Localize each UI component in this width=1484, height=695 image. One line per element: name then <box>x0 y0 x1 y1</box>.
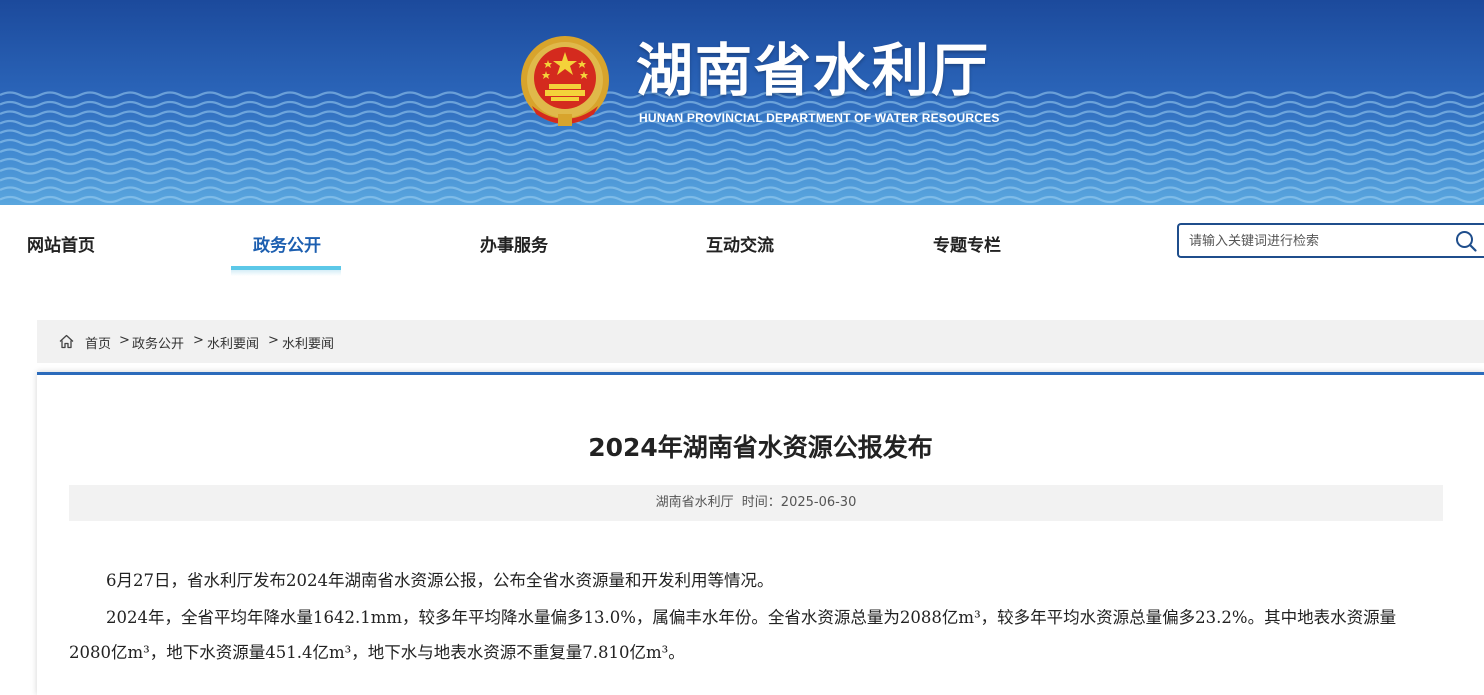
breadcrumb-water-news[interactable]: 水利要闻 <box>207 333 259 352</box>
site-title: 湖南省水利厅 <box>636 38 990 104</box>
wave-line <box>0 195 1484 204</box>
breadcrumb: 首页 > 政务公开 > 水利要闻 > 水利要闻 <box>37 320 1484 363</box>
article-paragraph: 6月27日，省水利厅发布2024年湖南省水资源公报，公布全省水资源量和开发利用等… <box>106 571 774 590</box>
wave-line <box>0 186 1484 194</box>
wave-line <box>0 157 1484 166</box>
search-box <box>1177 223 1484 258</box>
breadcrumb-home[interactable]: 首页 <box>85 333 111 352</box>
breadcrumb-separator: > <box>268 333 279 348</box>
wave-line <box>0 176 1484 185</box>
wave-line <box>0 167 1484 175</box>
article-title: 2024年湖南省水资源公报发布 <box>588 433 933 462</box>
article-container: 2024年湖南省水资源公报发布 湖南省水利厅 时间：2025-06-30 6月2… <box>37 372 1484 695</box>
breadcrumb-water-news-current[interactable]: 水利要闻 <box>282 333 334 352</box>
nav-item-services[interactable]: 办事服务 <box>480 231 548 256</box>
nav-item-gov-affairs[interactable]: 政务公开 <box>253 231 321 256</box>
wave-line <box>0 138 1484 147</box>
article-time-label: 时间： <box>741 495 781 510</box>
national-emblem-icon <box>521 36 609 126</box>
site-subtitle: HUNAN PROVINCIAL DEPARTMENT OF WATER RES… <box>639 111 1000 125</box>
nav-item-home[interactable]: 网站首页 <box>27 231 95 256</box>
search-input[interactable] <box>1189 232 1439 250</box>
article-paragraph: 2024年，全省平均年降水量1642.1mm，较多年平均降水量偏多13.0%，属… <box>69 608 1397 662</box>
article-meta: 湖南省水利厅 时间：2025-06-30 <box>69 485 1443 521</box>
search-icon[interactable] <box>1454 229 1478 253</box>
breadcrumb-separator: > <box>193 333 204 348</box>
nav-active-indicator <box>231 266 341 276</box>
header-banner: 湖南省水利厅 HUNAN PROVINCIAL DEPARTMENT OF WA… <box>0 0 1484 205</box>
wave-line <box>0 148 1484 156</box>
nav-item-interaction[interactable]: 互动交流 <box>706 231 774 256</box>
wave-line <box>0 129 1484 137</box>
breadcrumb-separator: > <box>119 333 130 348</box>
article-body: 6月27日，省水利厅发布2024年湖南省水资源公报，公布全省水资源量和开发利用等… <box>69 563 1433 672</box>
article-source: 湖南省水利厅 <box>655 495 734 510</box>
home-icon[interactable] <box>58 333 75 350</box>
nav-item-topics[interactable]: 专题专栏 <box>933 231 1001 256</box>
article-time: 2025-06-30 <box>780 495 857 510</box>
breadcrumb-gov-affairs[interactable]: 政务公开 <box>132 333 184 352</box>
